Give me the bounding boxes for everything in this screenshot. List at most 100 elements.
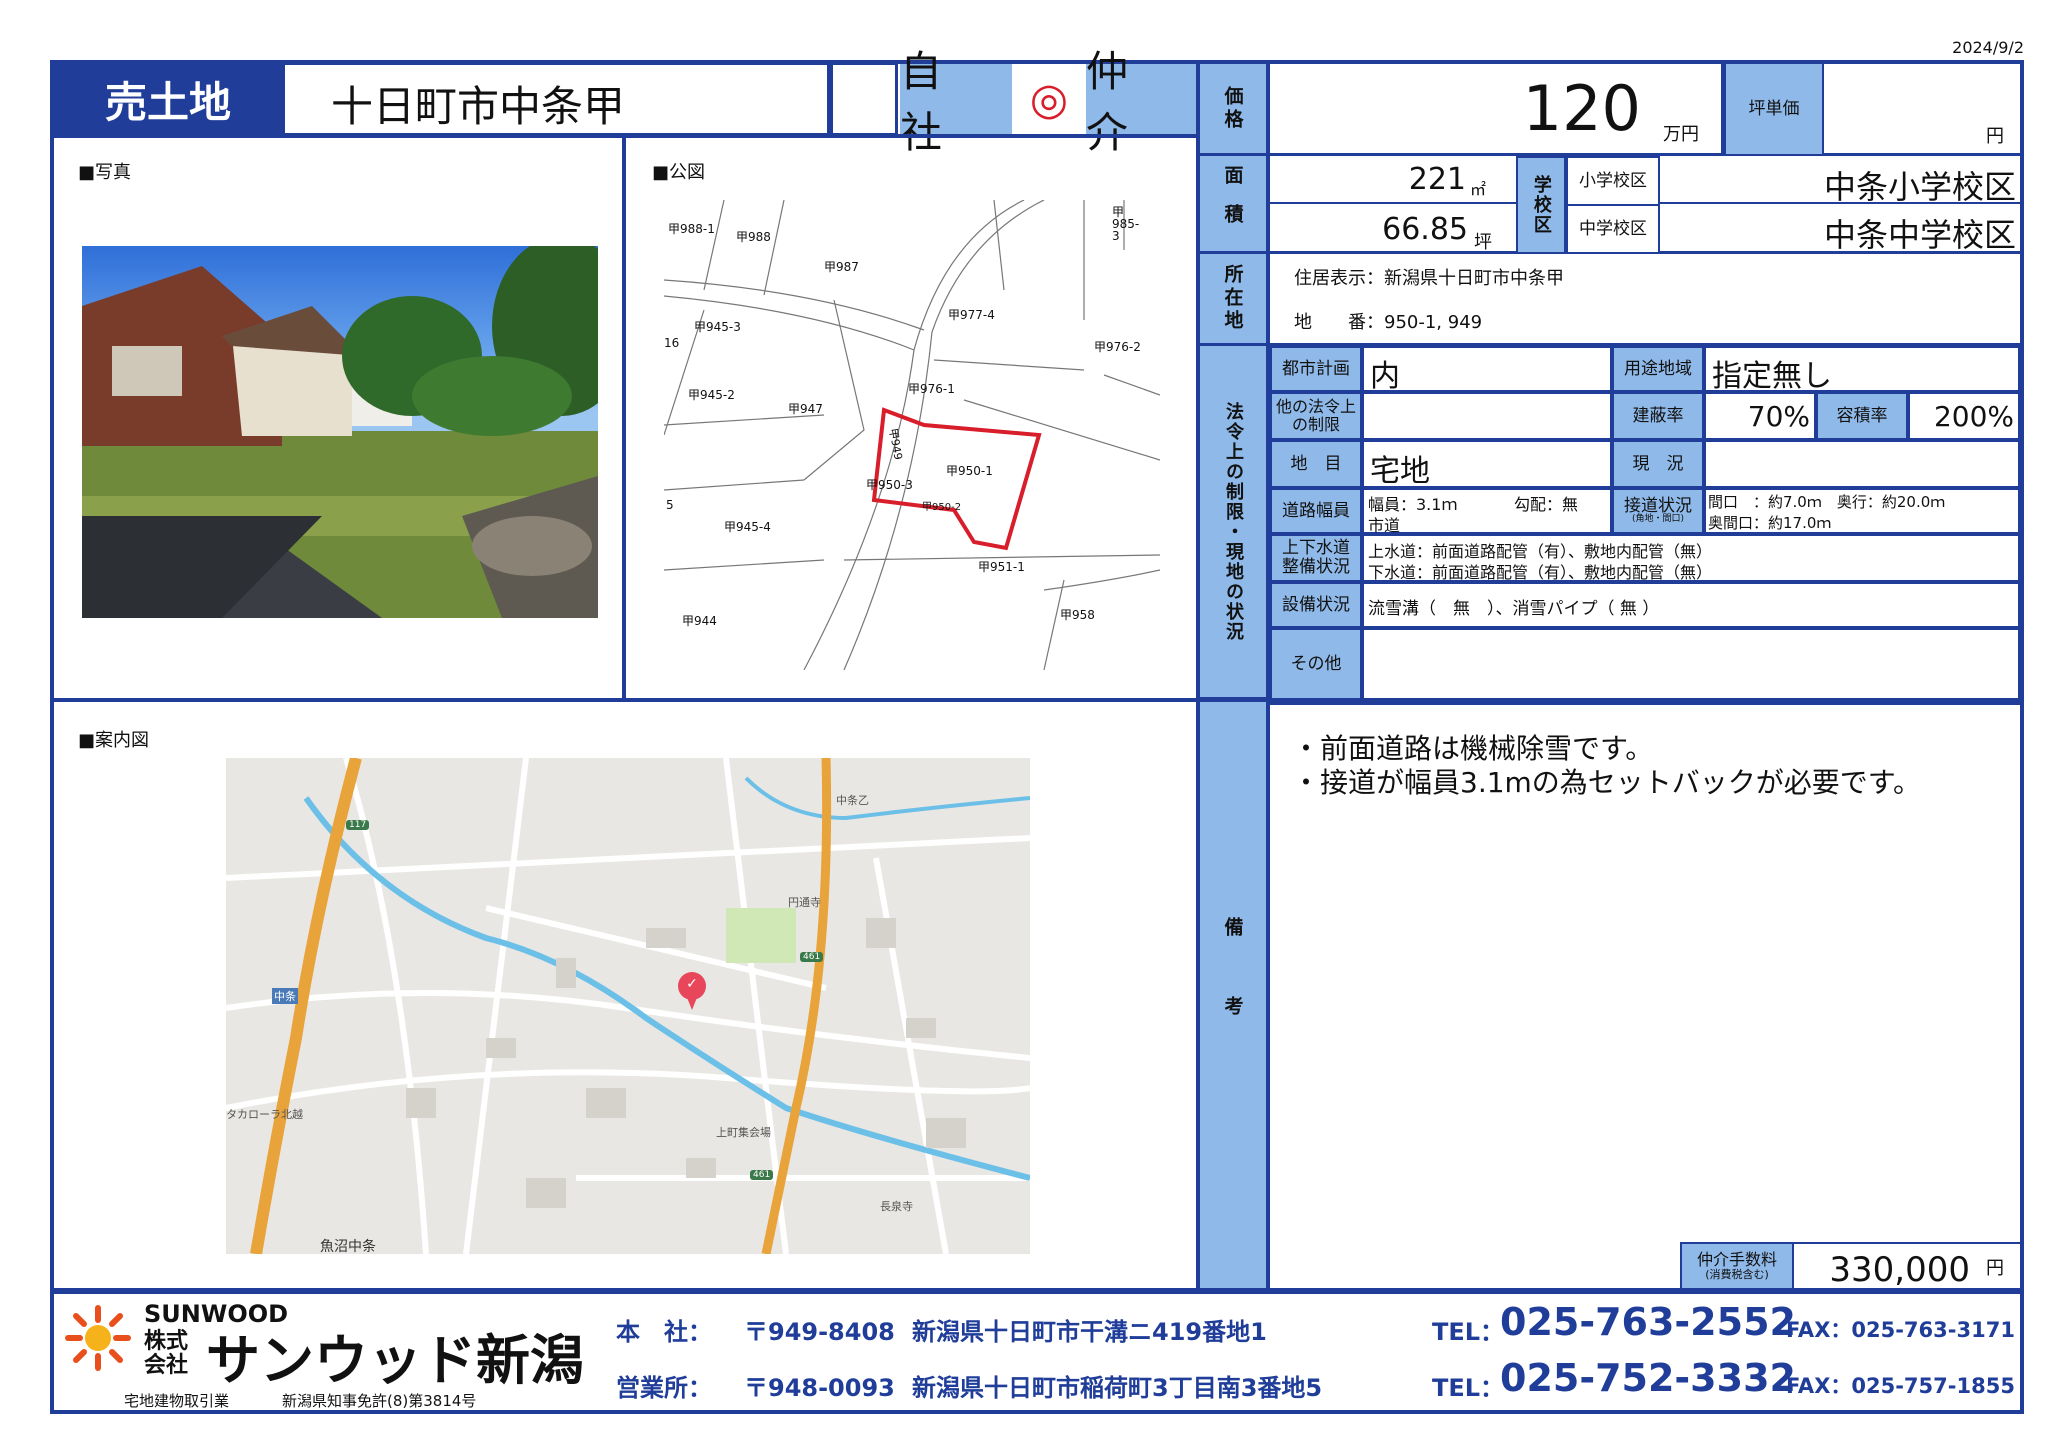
map-route-badge: 461 [750,1170,774,1180]
map-label: 魚沼中条 [320,1239,376,1254]
map-route-badge: 461 [800,952,824,962]
other-law-value-cell [1362,392,1612,440]
equipment-value-cell: 流雪溝（ 無 ）、消雪パイプ（ 無 ） [1362,582,2020,628]
plat-label: 甲945-4 [724,520,771,534]
company-name: サンウッド新潟 [206,1329,584,1392]
footer-top-line [50,1290,2024,1294]
date: 2024/9/2 [1952,38,2024,57]
plat-label: 16 [664,336,680,350]
area-label: 面積 [1200,156,1266,254]
price-value: 120 [1522,72,1641,145]
license-label: 宅地建物取引業 [124,1392,230,1410]
tsubo-price-label: 坪単価 [1724,62,1824,156]
other-label: その他 [1270,628,1362,700]
coverage-value-cell: 70% [1704,392,1816,440]
own-label: 自社 [900,47,961,157]
location-label: 所在地 [1200,254,1266,346]
license-number: 新潟県知事免許(8)第3814号 [282,1392,477,1410]
access-line-2: 奥間口：約17.0ｍ [1708,514,1832,532]
type-badge: 売土地 [54,64,282,134]
branch-fax: FAX：025-757-1855 [1786,1374,2015,1398]
road-width-value-cell: 幅員：3.1ｍ 勾配：無 市道 [1362,488,1612,535]
access-sublabel: (角地・間口) [1631,514,1685,525]
plat-label: 甲951-1 [978,560,1025,574]
hq-zip: 〒949-8408 [744,1318,895,1346]
plat-label: 甲985-3 [1112,205,1140,243]
area-tsubo-unit: 坪 [1474,232,1492,253]
water-label: 上下水道整備状況 [1270,534,1362,582]
plat-map: 甲988-1 甲988 甲987 甲985-3 甲945-3 甲977-4 甲9… [664,200,1160,670]
plat-label: 甲988 [736,230,771,244]
area-tsubo: 66.85 [1382,212,1468,247]
plat-label: 5 [666,498,674,512]
address-text: 住居表示：新潟県十日町市中条甲 [1294,268,1564,289]
junior-school-value-cell: 中条中学校区 [1660,204,2020,254]
road-width-label: 道路幅員 [1270,488,1362,534]
price-value-cell: 120 万円 [1270,64,1724,156]
sun-logo-icon [62,1302,134,1374]
location-cell: 住居表示：新潟県十日町市中条甲 地 番：950-1, 949 [1270,254,2020,346]
area-sqm-cell: 221 ㎡ [1270,156,1516,204]
plat-label: 甲976-2 [1094,340,1141,354]
legal-label: 法令上の制限・現地の状況 [1200,346,1266,700]
current-status-value-cell [1704,440,2020,488]
plat-label: 甲988-1 [668,222,715,236]
plat-label: 甲950-3 [866,478,913,492]
map-label: 中条 [272,988,298,1004]
col-divider [1196,60,1200,1292]
photo-section-title: ■写真 [78,162,132,183]
road-type: 市道 [1368,516,1401,535]
plat-label: 甲976-1 [908,382,955,396]
plat-label: 甲950-1 [946,464,993,478]
area-sqm: 221 [1408,162,1466,197]
hq-tel: 025-763-2552 [1500,1300,1796,1344]
kabushiki-label: 株式会社 [144,1329,189,1378]
map-label: 長泉寺 [880,1200,913,1213]
map-label: タカローラ北越 [226,1108,303,1121]
price-label: 価格 [1200,64,1266,156]
circle-cell: ◎ [1014,64,1084,134]
type-label: 売土地 [104,77,231,127]
map-location-pin-icon[interactable]: ✓ [684,976,700,992]
fee-label: 仲介手数料 (消費税含む) [1680,1242,1794,1290]
hq-fax: FAX：025-763-3171 [1786,1318,2015,1342]
junior-school-value: 中条中学校区 [1823,216,2016,254]
hq-address: 新潟県十日町市干溝ニ419番地1 [912,1318,1267,1346]
fee-sublabel: (消費税含む) [1705,1267,1769,1281]
fee-value: 330,000 [1829,1250,1970,1290]
broker-cell: 仲介 [1086,47,1198,157]
branch-tel-label: TEL： [1432,1374,1505,1402]
access-line-1: 間口 ：約7.0ｍ 奥行：約20.0ｍ [1708,493,1946,511]
remarks-area: ・前面道路は機械除雪です。 ・接道が幅員3.1mの為セットバックが必要です。 [1270,702,2020,1292]
map-route-badge: 117 [346,820,370,830]
water-value-cell: 上水道：前面道路配管（有）、敷地内配管（無） 下水道：前面道路配管（有）、敷地内… [1362,534,2020,582]
elem-school-value: 中条小学校区 [1823,168,2016,206]
hq-tel-label: TEL： [1432,1318,1505,1346]
middle-divider [50,698,2020,702]
current-status-label: 現 況 [1612,440,1704,488]
map-label: 上町集会場 [716,1126,771,1139]
frame-right-footer [2020,1290,2024,1414]
remarks-label: 備考 [1221,917,1244,1075]
zone-label: 用途地域 [1612,346,1704,392]
land-category-label: 地 目 [1270,440,1362,488]
plat-section-title: ■公図 [652,162,706,183]
branch-tel: 025-752-3332 [1500,1356,1796,1400]
plat-label: 甲987 [824,260,859,274]
far-value-cell: 200% [1908,392,2020,440]
city-plan-value: 内 [1370,359,1400,394]
plat-label: 甲945-2 [688,388,735,402]
land-category-value: 宅地 [1370,454,1430,489]
junior-school-label: 中学校区 [1566,204,1660,254]
plat-label: 甲950-2 [922,502,962,513]
plat-label: 甲945-3 [694,320,741,334]
elem-school-label: 小学校区 [1566,156,1660,206]
zone-value-cell: 指定無し [1704,346,2020,394]
area-sqm-unit: ㎡ [1469,180,1486,199]
guide-map[interactable]: ✓ 中条乙 円通寺 中条 タカローラ北越 上町集会場 長泉寺 魚沼中条 117 … [226,758,1030,1254]
blank-cell [830,62,898,136]
plat-label: 甲947 [788,402,823,416]
far-value: 200% [1933,400,2014,433]
far-label: 容積率 [1816,392,1908,440]
branch-address: 新潟県十日町市稲荷町3丁目南3番地5 [912,1374,1323,1402]
